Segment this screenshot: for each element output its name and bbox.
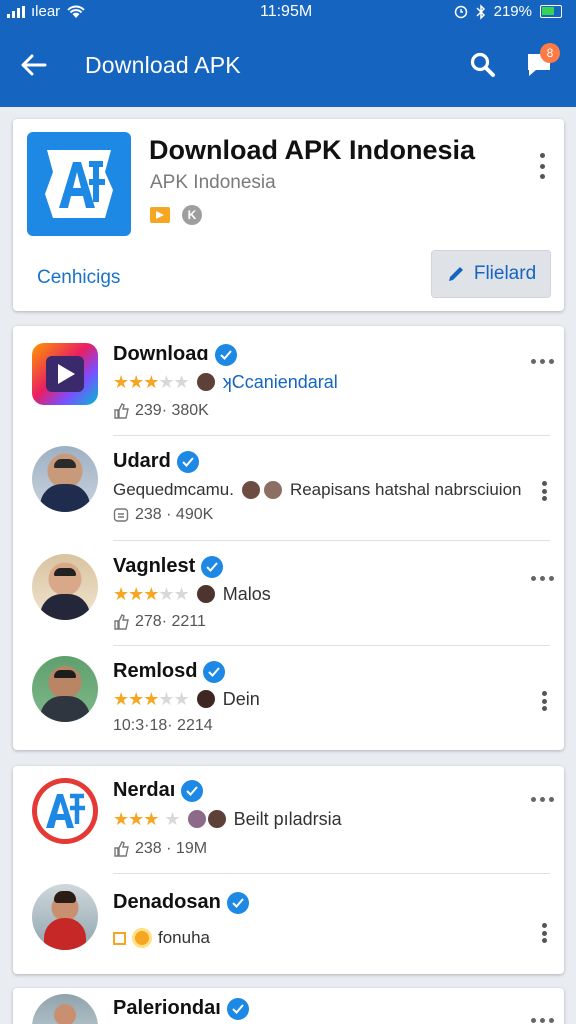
list-item[interactable]: Vagnlest ★★★★★ Malos 278· 2211 [13,541,564,646]
avatar [194,583,217,605]
verified-icon [214,343,237,366]
item-author: Reapisans hatshal nabrsciuion [289,480,522,499]
edit-button-label: Flielard [473,263,537,284]
app-header-card: Download APK Indonesia APK Indonesia K C… [13,119,564,311]
list-item[interactable]: Udard Gequedmcamu. Reapisans hatshal nab… [13,436,564,541]
avatar [32,884,98,950]
battery-icon [540,5,562,18]
avatar [194,371,217,393]
verified-icon [176,450,199,473]
item-name: Udard [113,450,171,472]
item-name: Paleriondaı [113,997,221,1019]
verified-icon [201,555,224,578]
more-options-button[interactable] [531,576,554,581]
alarm-icon [454,5,467,18]
item-name: Denadosan [113,891,221,913]
item-tagline: Gequedmcamu. [113,480,234,499]
more-options-button[interactable] [531,797,554,802]
thumbs-up-icon [114,403,129,419]
item-stats: 238 · 490K [135,506,214,523]
list-item[interactable]: Nerdaı ★★★ ★ Beilt pıladrsia 238 · 19M [13,766,564,874]
avatar [185,808,208,830]
avatar [205,808,228,830]
star-rating: ★★★★★ [113,688,190,709]
verified-icon [181,779,204,802]
k-badge-icon: K [182,205,202,225]
arrow-left-icon [21,54,47,76]
download-icon [113,508,129,522]
thumbs-up-icon [114,841,129,857]
more-options-button[interactable] [531,359,554,364]
avatar [194,688,217,710]
list-item[interactable]: Denadosan fonuha [13,874,564,974]
list-item[interactable]: Remlosd ★★★★★ Dein 10:3·18· 2214 [13,646,564,750]
verified-icon [226,891,249,914]
carrier-label: ılear [31,3,61,20]
item-author: Dein [222,688,260,709]
search-button[interactable] [468,50,500,80]
verified-icon [203,660,226,683]
app-list-card-1: Downloaɑ ★★★★★ ʞCcaniendaral 239· 380K U… [13,326,564,750]
more-options-button[interactable] [541,691,547,711]
item-name: Downloaɑ [113,343,209,365]
avatar [239,479,262,501]
item-stats: 239· 380K [135,402,209,419]
bluetooth-icon [476,3,485,20]
page-title: Download APK [85,52,241,78]
thumbs-up-icon [114,614,129,630]
star-rating: ★★★★★ [113,371,190,392]
avatar [32,994,98,1024]
app-icon-video [32,343,98,405]
item-name: Nerdaı [113,779,176,801]
app-badges: K [150,205,202,225]
status-bar: ılear 11:95M 219% [0,0,576,26]
settings-link[interactable]: Cenhicigs [37,267,120,289]
item-stats: 10:3·18· 2214 [113,717,213,734]
item-stats: 238 · 19M [135,840,208,857]
item-author: Beilt pıladrsia [233,808,342,829]
app-logo [27,132,131,236]
star-rating: ★★★ ★ [113,808,181,829]
top-bar: ılear 11:95M 219% Download APK 8 [0,0,576,107]
battery-percent: 219% [493,3,532,20]
avatar [32,446,98,512]
signal-icon [7,5,25,18]
star-rating: ★★★★★ [113,583,190,604]
app-list-card-2: Nerdaı ★★★ ★ Beilt pıladrsia 238 · 19M De… [13,766,564,974]
more-options-button[interactable] [541,481,547,501]
app-bar: Download APK 8 [0,40,576,90]
clock: 11:95M [260,3,313,20]
notifications-button[interactable]: 8 [524,43,560,82]
more-options-button[interactable] [541,923,547,943]
avatar [32,656,98,722]
notification-badge: 8 [540,43,560,63]
app-title: Download APK Indonesia [149,135,476,165]
item-author: Malos [222,583,271,604]
more-options-button[interactable] [539,153,545,179]
search-icon [470,52,495,77]
app-icon-ak [32,778,98,844]
item-stats: 278· 2211 [135,613,206,630]
play-badge-icon [150,207,170,223]
wifi-icon [67,5,85,18]
edit-button[interactable]: Flielard [431,250,551,298]
more-options-button[interactable] [531,1018,554,1023]
item-name: Vagnlest [113,555,196,577]
list-item[interactable]: Paleriondaı [13,988,564,1024]
app-subtitle: APK Indonesia [150,172,276,193]
pencil-icon [448,267,463,281]
coin-icon [132,928,152,948]
avatar [32,554,98,620]
list-item[interactable]: Downloaɑ ★★★★★ ʞCcaniendaral 239· 380K [13,326,564,436]
avatar [261,479,284,501]
verified-icon [226,997,249,1020]
square-badge-icon [113,931,126,945]
item-name: Remlosd [113,660,198,682]
item-author: ʞCcaniendaral [222,371,338,392]
back-button[interactable] [18,50,50,80]
item-author: fonuha [158,928,210,947]
app-list-card-3: Paleriondaı [13,988,564,1024]
